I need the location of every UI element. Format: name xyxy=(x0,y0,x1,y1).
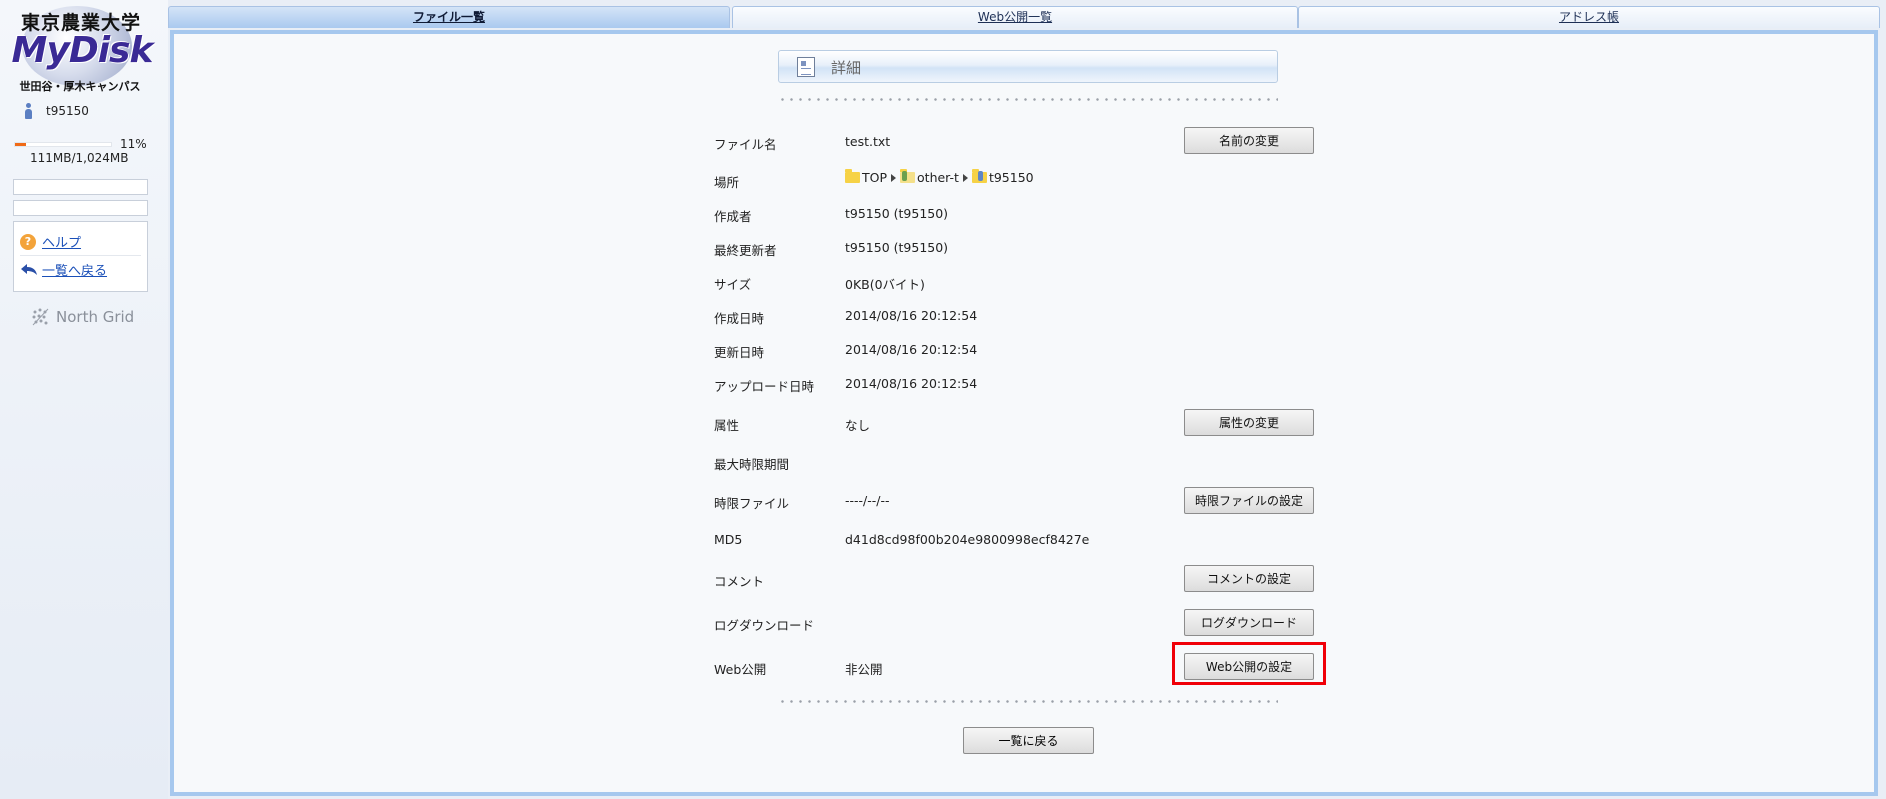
value-created-at: 2014/08/16 20:12:54 xyxy=(845,308,978,323)
label-location: 場所 xyxy=(714,175,740,190)
sidebar-item-back-to-list[interactable]: 一覧へ戻る xyxy=(20,255,141,282)
rename-button[interactable]: 名前の変更 xyxy=(1184,127,1314,154)
sidebar-menu: ? ヘルプ 一覧へ戻る xyxy=(13,221,148,292)
label-created-at: 作成日時 xyxy=(714,311,765,326)
north-grid-logo: North Grid xyxy=(30,306,134,328)
sidebar: 東京農業大学 MyDisk 世田谷・厚木キャンパス t95150 11% 111… xyxy=(0,0,168,799)
tab-address-book[interactable]: アドレス帳 xyxy=(1298,6,1880,28)
breadcrumb-arrow-icon xyxy=(962,173,968,182)
detail-title: 詳細 xyxy=(831,59,862,77)
tab-bar: ファイル一覧 Web公開一覧 アドレス帳 xyxy=(168,6,1880,28)
document-icon xyxy=(797,57,815,77)
quota-percent: 11% xyxy=(120,137,147,151)
value-updated-at: 2014/08/16 20:12:54 xyxy=(845,342,978,357)
tab-address-book-label: アドレス帳 xyxy=(1558,10,1619,24)
tab-web-publish-list-label: Web公開一覧 xyxy=(977,10,1053,24)
value-attribute: なし xyxy=(845,418,871,433)
label-file-name: ファイル名 xyxy=(714,137,777,152)
help-icon: ? xyxy=(20,233,36,250)
label-creator: 作成者 xyxy=(714,209,752,224)
back-to-list-button[interactable]: 一覧に戻る xyxy=(963,727,1094,754)
logo-campus-text: 世田谷・厚木キャンパス xyxy=(19,80,141,93)
quota-bar xyxy=(14,142,112,147)
shared-folder-icon xyxy=(900,169,916,183)
dotted-divider-bottom xyxy=(778,700,1278,703)
sidebar-blank-box-1 xyxy=(13,179,148,195)
tab-file-list-label: ファイル一覧 xyxy=(412,10,485,24)
value-web-publish: 非公開 xyxy=(845,662,883,677)
detail-header: 詳細 xyxy=(778,50,1278,83)
back-arrow-icon xyxy=(21,264,37,275)
breadcrumb-arrow-icon xyxy=(891,173,897,182)
comment-settings-button[interactable]: コメントの設定 xyxy=(1184,565,1314,592)
value-uploaded-at: 2014/08/16 20:12:54 xyxy=(845,376,978,391)
north-grid-text: North Grid xyxy=(56,308,135,326)
user-name: t95150 xyxy=(46,104,89,118)
sidebar-item-help[interactable]: ? ヘルプ xyxy=(20,228,141,255)
quota-bar-fill xyxy=(15,143,26,146)
label-web-publish: Web公開 xyxy=(714,662,767,677)
label-updated-at: 更新日時 xyxy=(714,345,765,360)
value-creator: t95150 (t95150) xyxy=(845,206,949,221)
label-attribute: 属性 xyxy=(714,418,740,433)
logo-brand-text: MyDisk xyxy=(11,30,154,71)
log-download-button[interactable]: ログダウンロード xyxy=(1184,609,1314,636)
expiry-file-settings-button[interactable]: 時限ファイルの設定 xyxy=(1184,487,1314,514)
label-log-download: ログダウンロード xyxy=(714,618,815,633)
value-size: 0KB(0バイト) xyxy=(845,277,925,292)
value-last-updater: t95150 (t95150) xyxy=(845,240,949,255)
value-file-name: test.txt xyxy=(845,134,891,149)
sidebar-blank-box-2 xyxy=(13,200,148,216)
value-md5: d41d8cd98f00b204e9800998ecf8427e xyxy=(845,532,1090,547)
breadcrumb-t95150[interactable]: t95150 xyxy=(989,170,1034,185)
help-link[interactable]: ヘルプ xyxy=(42,232,81,251)
mydisk-logo[interactable]: 東京農業大学 MyDisk 世田谷・厚木キャンパス xyxy=(4,4,156,94)
label-last-updater: 最終更新者 xyxy=(714,243,777,258)
label-md5: MD5 xyxy=(714,532,743,547)
dotted-divider-top xyxy=(778,98,1278,101)
user-icon xyxy=(24,103,32,119)
value-expiry-file: ----/--/-- xyxy=(845,493,890,508)
detail-panel: 詳細 ファイル名 test.txt 名前の変更 場所 TOP other-t t… xyxy=(170,30,1878,796)
tab-web-publish-list[interactable]: Web公開一覧 xyxy=(732,6,1298,28)
north-grid-icon xyxy=(32,308,49,326)
breadcrumb-other-t[interactable]: other-t xyxy=(917,170,959,185)
web-publish-settings-button[interactable]: Web公開の設定 xyxy=(1184,653,1314,680)
back-to-list-link[interactable]: 一覧へ戻る xyxy=(42,260,107,279)
quota-usage: 111MB/1,024MB xyxy=(30,151,129,165)
tab-file-list[interactable]: ファイル一覧 xyxy=(168,6,730,28)
label-uploaded-at: アップロード日時 xyxy=(714,379,815,394)
label-expiry-file: 時限ファイル xyxy=(714,496,790,511)
label-comment: コメント xyxy=(714,574,765,589)
change-attribute-button[interactable]: 属性の変更 xyxy=(1184,409,1314,436)
location-breadcrumb: TOP other-t t95150 xyxy=(845,169,1034,185)
label-size: サイズ xyxy=(714,277,752,292)
user-folder-icon xyxy=(971,169,987,183)
breadcrumb-top[interactable]: TOP xyxy=(862,170,887,185)
folder-icon xyxy=(845,169,860,183)
label-max-expiry: 最大時限期間 xyxy=(714,457,790,472)
user-info: t95150 xyxy=(24,102,89,120)
